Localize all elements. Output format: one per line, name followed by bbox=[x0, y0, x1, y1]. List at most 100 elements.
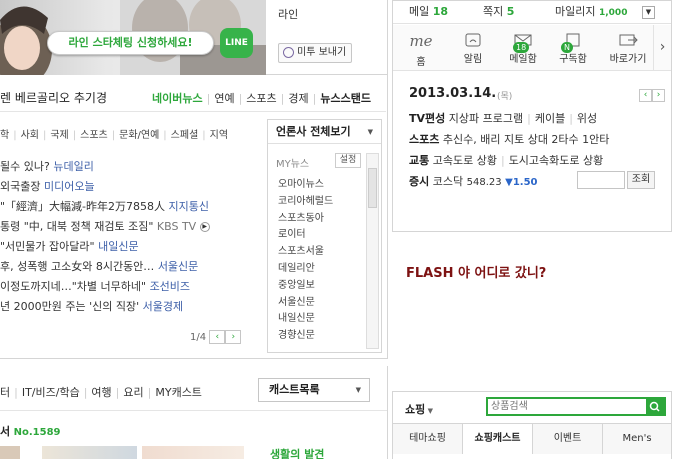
stock-search-button[interactable]: 조회 bbox=[627, 171, 655, 189]
press-item[interactable]: 내일신문 bbox=[278, 311, 333, 328]
headline-source[interactable]: 지지통신 bbox=[169, 200, 209, 213]
shopping-tab[interactable]: 테마쇼핑 bbox=[393, 424, 463, 454]
press-item[interactable]: 경향신문 bbox=[278, 328, 333, 345]
play-icon[interactable]: ▶ bbox=[199, 222, 210, 232]
today-item[interactable]: 고속도로 상황 bbox=[433, 154, 497, 167]
headline-source[interactable]: 미디어오늘 bbox=[44, 180, 95, 193]
shortcut-mailbox[interactable]: 18 메일함 bbox=[503, 33, 543, 65]
shortcut-alert[interactable]: 알림 bbox=[453, 33, 493, 65]
subtab[interactable]: 학 bbox=[0, 130, 9, 141]
stock-name[interactable]: 코스닥 bbox=[433, 175, 463, 188]
headline-source[interactable]: 조선비즈 bbox=[150, 280, 190, 293]
press-item[interactable]: 서울신문 bbox=[278, 295, 333, 312]
speech-icon bbox=[283, 47, 294, 58]
today-item[interactable]: 위성 bbox=[577, 112, 597, 125]
press-item[interactable]: 중앙일보 bbox=[278, 278, 333, 295]
shortcut-subscribe[interactable]: N 구독함 bbox=[553, 33, 593, 65]
shopping-search-input[interactable] bbox=[488, 399, 646, 414]
headline-row[interactable]: 이정도까지네…"차별 너무하네" 조선비즈 bbox=[0, 277, 264, 297]
today-item[interactable]: 도시고속화도로 상황 bbox=[509, 154, 604, 167]
cast-tab[interactable]: 터 bbox=[0, 386, 10, 399]
cast-thumb[interactable] bbox=[42, 446, 137, 459]
scroll-thumb[interactable] bbox=[368, 168, 377, 208]
tab-naver-news[interactable]: 네이버뉴스 bbox=[152, 92, 203, 105]
today-item[interactable]: 케이블 bbox=[535, 112, 565, 125]
headline-source[interactable]: KBS TV bbox=[157, 220, 196, 233]
subtab[interactable]: 국제 bbox=[50, 130, 68, 141]
page-indicator: 1/4 bbox=[190, 332, 207, 343]
today-row: 교통 고속도로 상황 | 도시고속화도로 상황 bbox=[409, 154, 604, 167]
headline-source[interactable]: 서울경제 bbox=[143, 300, 183, 313]
headline-row[interactable]: 통령 "中, 대북 정책 재검토 조짐" KBS TV ▶ bbox=[0, 217, 264, 237]
cast-tab[interactable]: MY캐스트 bbox=[155, 386, 202, 399]
next-arrow-icon[interactable]: › bbox=[652, 88, 665, 102]
headline-source[interactable]: 내일신문 bbox=[98, 240, 138, 253]
subtab[interactable]: 스포츠 bbox=[80, 130, 108, 141]
shopping-tab-active[interactable]: 쇼핑캐스트 bbox=[463, 424, 533, 454]
search-icon[interactable] bbox=[646, 399, 664, 414]
cast-tab[interactable]: 요리 bbox=[123, 386, 143, 399]
line-banner[interactable]: 라인 스타체팅 신청하세요! LINE bbox=[0, 0, 266, 75]
tab-newsstand[interactable]: 뉴스스탠드 bbox=[320, 92, 371, 105]
news-top-line[interactable]: 렌 베르골리오 추기경 bbox=[0, 89, 107, 106]
headline-row[interactable]: 년 2000만원 주는 '신의 직장' 서울경제 bbox=[0, 297, 264, 317]
cast-list-button[interactable]: 캐스트목록 ▼ bbox=[258, 378, 370, 402]
subtab[interactable]: 스페셜 bbox=[171, 130, 199, 141]
headline-row[interactable]: "서민물가 잡아달라" 내일신문 bbox=[0, 237, 264, 257]
cast-tab[interactable]: 여행 bbox=[91, 386, 111, 399]
tab-economy[interactable]: 경제 bbox=[288, 92, 308, 105]
next-arrow-icon[interactable]: › bbox=[225, 330, 242, 344]
my-news-setting-button[interactable]: 설정 bbox=[335, 153, 361, 168]
press-item[interactable]: 스포츠서울 bbox=[278, 244, 333, 261]
shortcut-goto[interactable]: 바로가기 bbox=[605, 33, 651, 65]
flash-message: FLASH 야 어디로 갔니? bbox=[406, 266, 547, 281]
today-category[interactable]: TV편성 bbox=[409, 112, 445, 125]
headline-source[interactable]: 서울신문 bbox=[158, 260, 198, 273]
memo-button[interactable]: 미투 보내기 bbox=[278, 43, 352, 63]
press-scrollbar[interactable] bbox=[366, 153, 379, 349]
headline-row[interactable]: 외국출장 미디어오늘 bbox=[0, 177, 264, 197]
shopping-label[interactable]: 쇼핑 ▼ bbox=[405, 401, 433, 417]
shortcut-label: 바로가기 bbox=[609, 54, 647, 65]
shortcut-next-button[interactable]: › bbox=[653, 25, 671, 70]
today-category[interactable]: 증시 bbox=[409, 175, 429, 188]
press-item[interactable]: 데일리안 bbox=[278, 261, 333, 278]
cast-tab[interactable]: IT/비즈/학습 bbox=[22, 386, 80, 399]
subtab[interactable]: 사회 bbox=[21, 130, 39, 141]
subtab[interactable]: 문화/연예 bbox=[119, 130, 159, 141]
press-item[interactable]: 오마이뉴스 bbox=[278, 177, 333, 194]
shortcut-label: 알림 bbox=[463, 54, 483, 65]
tab-sports[interactable]: 스포츠 bbox=[246, 92, 276, 105]
cast-headline[interactable]: 생활의 발견 bbox=[270, 446, 324, 459]
press-all-button[interactable]: 언론사 전체보기 ▼ bbox=[268, 120, 381, 144]
press-item[interactable]: 코리아헤럴드 bbox=[278, 194, 333, 211]
today-category[interactable]: 교통 bbox=[409, 154, 429, 167]
cast-thumb[interactable] bbox=[142, 446, 244, 459]
headline-source[interactable]: 뉴데일리 bbox=[53, 160, 93, 173]
today-item[interactable]: 지상파 프로그램 bbox=[449, 112, 523, 125]
today-category[interactable]: 스포츠 bbox=[409, 133, 439, 146]
subtab[interactable]: 지역 bbox=[210, 130, 228, 141]
note-link[interactable]: 쪽지 5 bbox=[483, 1, 514, 23]
stock-change: ▼1.50 bbox=[505, 177, 538, 188]
mileage-link[interactable]: 마일리지 1,000 bbox=[555, 1, 627, 24]
press-item[interactable]: 스포츠동아 bbox=[278, 211, 333, 228]
shopping-tab[interactable]: Men's bbox=[603, 424, 671, 454]
me-home[interactable]: me 홈 bbox=[401, 33, 441, 68]
headline-row[interactable]: 후, 성폭행 고소女와 8시간동안… 서울신문 bbox=[0, 257, 264, 277]
headline-row[interactable]: "「經濟」大幅減-昨年2万7858人 지지통신 bbox=[0, 197, 264, 217]
today-item[interactable]: 추신수, 배리 지토 상대 2타수 1안타 bbox=[443, 133, 610, 146]
prev-arrow-icon[interactable]: ‹ bbox=[209, 330, 226, 344]
banner-pill[interactable]: 라인 스타체팅 신청하세요! bbox=[47, 31, 214, 55]
cast-thumb[interactable] bbox=[0, 446, 20, 459]
dropdown-arrow-icon: ▼ bbox=[367, 128, 373, 136]
tab-entertainment[interactable]: 연예 bbox=[214, 92, 234, 105]
prev-arrow-icon[interactable]: ‹ bbox=[639, 88, 652, 102]
shopping-tabs: 테마쇼핑 쇼핑캐스트 이벤트 Men's bbox=[393, 423, 671, 454]
press-item[interactable]: 로이터 bbox=[278, 227, 333, 244]
headline-row[interactable]: 될수 있나? 뉴데일리 bbox=[0, 157, 264, 177]
stock-search-input[interactable] bbox=[577, 171, 625, 189]
mail-link[interactable]: 메일 18 bbox=[409, 1, 448, 23]
shopping-tab[interactable]: 이벤트 bbox=[533, 424, 603, 454]
mileage-dropdown-button[interactable]: ▼ bbox=[642, 6, 655, 19]
